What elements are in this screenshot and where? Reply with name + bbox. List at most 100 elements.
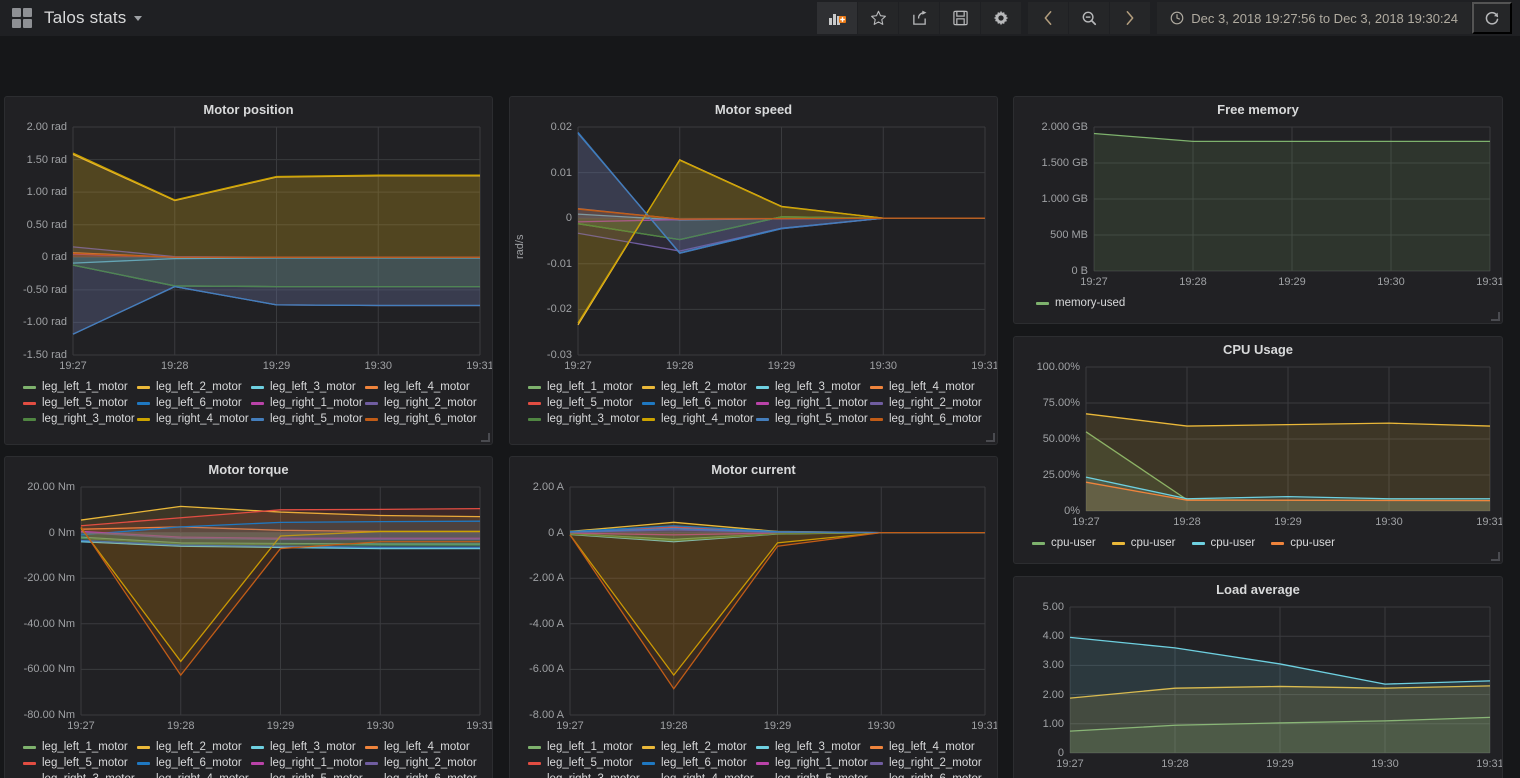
- legend-item[interactable]: leg_right_3_motor: [528, 413, 642, 425]
- legend-item[interactable]: leg_left_4_motor: [870, 741, 984, 753]
- legend-item[interactable]: leg_right_1_motor: [756, 757, 870, 769]
- legend-color-swatch: [1271, 541, 1285, 545]
- legend-item[interactable]: leg_left_6_motor: [137, 397, 251, 409]
- legend-item[interactable]: leg_right_3_motor: [528, 773, 642, 778]
- legend-item[interactable]: leg_left_1_motor: [23, 381, 137, 393]
- legend-item[interactable]: leg_left_3_motor: [251, 741, 365, 753]
- panel-title[interactable]: Motor torque: [5, 457, 492, 479]
- chevron-down-icon[interactable]: [133, 15, 142, 21]
- legend-item[interactable]: leg_right_6_motor: [870, 773, 984, 778]
- panel-title[interactable]: CPU Usage: [1014, 337, 1502, 359]
- legend-item[interactable]: cpu-user: [1271, 537, 1335, 549]
- legend-item[interactable]: leg_left_6_motor: [137, 757, 251, 769]
- legend-color-swatch: [365, 417, 378, 421]
- legend-item[interactable]: leg_left_4_motor: [365, 741, 479, 753]
- legend-item[interactable]: leg_right_5_motor: [756, 413, 870, 425]
- legend-item[interactable]: leg_right_5_motor: [251, 413, 365, 425]
- legend-item[interactable]: leg_left_2_motor: [642, 741, 756, 753]
- panel-title[interactable]: Motor position: [5, 97, 492, 119]
- graph-free-memory[interactable]: 2.000 GB 1.500 GB 1.000 GB 500 MB 0 B 19:27 19…: [1014, 119, 1502, 293]
- legend-item[interactable]: leg_right_2_motor: [870, 757, 984, 769]
- refresh-dashboard-button[interactable]: [1472, 2, 1512, 34]
- time-range-picker[interactable]: Dec 3, 2018 19:27:56 to Dec 3, 2018 19:3…: [1157, 2, 1471, 34]
- panel-resize-handle[interactable]: [986, 433, 995, 442]
- legend-item[interactable]: leg_left_6_motor: [642, 397, 756, 409]
- legend-item[interactable]: leg_right_1_motor: [756, 397, 870, 409]
- legend-item[interactable]: leg_left_4_motor: [870, 381, 984, 393]
- legend-item[interactable]: leg_right_4_motor: [137, 773, 251, 778]
- legend-item[interactable]: memory-used: [1036, 297, 1125, 309]
- legend-series-name: leg_left_1_motor: [42, 381, 128, 393]
- time-zoom-out-button[interactable]: [1069, 2, 1110, 34]
- legend-item[interactable]: leg_right_3_motor: [23, 773, 137, 778]
- legend-item[interactable]: leg_left_3_motor: [756, 381, 870, 393]
- time-shift-forward-button[interactable]: [1110, 2, 1151, 34]
- y-axis-tick: 50.00%: [1042, 433, 1080, 445]
- legend-item[interactable]: leg_left_2_motor: [137, 741, 251, 753]
- dashboard-title[interactable]: Talos stats: [44, 8, 127, 28]
- legend-item[interactable]: leg_left_5_motor: [23, 397, 137, 409]
- panel-title[interactable]: Load average: [1014, 577, 1502, 599]
- legend-item[interactable]: leg_right_6_motor: [365, 413, 479, 425]
- share-dashboard-button[interactable]: [899, 2, 940, 34]
- panel-title[interactable]: Free memory: [1014, 97, 1502, 119]
- legend-item[interactable]: leg_right_2_motor: [365, 397, 479, 409]
- legend-item[interactable]: leg_left_1_motor: [528, 381, 642, 393]
- panel-body: 2.00 rad 1.50 rad 1.00 rad 0.50 rad 0 rad -0.…: [5, 119, 492, 431]
- legend-item[interactable]: leg_right_3_motor: [23, 413, 137, 425]
- legend-item[interactable]: leg_right_5_motor: [756, 773, 870, 778]
- panel-title[interactable]: Motor speed: [510, 97, 997, 119]
- legend-series-name: leg_left_6_motor: [156, 397, 242, 409]
- dashboard-settings-button[interactable]: [981, 2, 1022, 34]
- legend-item[interactable]: leg_right_6_motor: [870, 413, 984, 425]
- panel-resize-handle[interactable]: [481, 433, 490, 442]
- legend-item[interactable]: cpu-user: [1111, 537, 1176, 549]
- graph-motor-torque[interactable]: 20.00 Nm 0 Nm -20.00 Nm -40.00 Nm -60.00 Nm -…: [5, 479, 492, 737]
- legend-item[interactable]: leg_right_4_motor: [137, 413, 251, 425]
- graph-motor-speed[interactable]: 0.02 0.01 0 -0.01 -0.02 -0.03 19:27 19:28 19:29 1…: [510, 119, 997, 377]
- legend-item[interactable]: leg_right_2_motor: [870, 397, 984, 409]
- legend-item[interactable]: cpu-user: [1191, 537, 1255, 549]
- star-dashboard-button[interactable]: [858, 2, 899, 34]
- chevron-right-icon: [1126, 11, 1134, 25]
- x-axis-tick: 19:27: [556, 720, 584, 732]
- legend-item[interactable]: leg_right_1_motor: [251, 397, 365, 409]
- x-axis-tick: 19:27: [67, 720, 95, 732]
- legend-item[interactable]: leg_left_2_motor: [642, 381, 756, 393]
- panel-body: 100.00% 75.00% 50.00% 25.00% 0% 19:27 19:28 19:…: [1014, 359, 1502, 555]
- legend-item[interactable]: leg_right_6_motor: [365, 773, 479, 778]
- add-panel-button[interactable]: [817, 2, 858, 34]
- graph-motor-position[interactable]: 2.00 rad 1.50 rad 1.00 rad 0.50 rad 0 rad -0.…: [5, 119, 492, 377]
- legend-item[interactable]: leg_right_1_motor: [251, 757, 365, 769]
- legend-item[interactable]: leg_right_4_motor: [642, 773, 756, 778]
- legend-item[interactable]: cpu-user: [1032, 537, 1096, 549]
- time-shift-back-button[interactable]: [1028, 2, 1069, 34]
- legend-item[interactable]: leg_right_2_motor: [365, 757, 479, 769]
- x-axis-tick: 19:30: [1375, 516, 1403, 528]
- legend-item[interactable]: leg_left_5_motor: [528, 397, 642, 409]
- panel-title[interactable]: Motor current: [510, 457, 997, 479]
- panel-free-memory: Free memory 2.000 GB 1.500 GB 1.000 GB 500 …: [1013, 96, 1503, 324]
- legend-item[interactable]: leg_right_5_motor: [251, 773, 365, 778]
- legend-item[interactable]: leg_left_1_motor: [23, 741, 137, 753]
- save-dashboard-button[interactable]: [940, 2, 981, 34]
- legend-item[interactable]: leg_left_3_motor: [756, 741, 870, 753]
- legend-item[interactable]: leg_left_6_motor: [642, 757, 756, 769]
- legend-item[interactable]: leg_left_5_motor: [23, 757, 137, 769]
- graph-cpu-usage[interactable]: 100.00% 75.00% 50.00% 25.00% 0% 19:27 19:28 19:…: [1014, 359, 1502, 533]
- legend-item[interactable]: leg_left_5_motor: [528, 757, 642, 769]
- graph-motor-current[interactable]: 2.00 A0 A -2.00 A -4.00 A -6.00 A -8.00 A 19:…: [510, 479, 997, 737]
- x-axis-tick: 19:30: [869, 360, 898, 372]
- legend-item[interactable]: leg_left_2_motor: [137, 381, 251, 393]
- legend-item[interactable]: leg_left_3_motor: [251, 381, 365, 393]
- legend-color-swatch: [251, 385, 264, 389]
- grafana-grid-logo-icon[interactable]: [12, 8, 32, 28]
- panel-resize-handle[interactable]: [1491, 312, 1500, 321]
- legend-series-name: leg_right_5_motor: [270, 413, 363, 425]
- legend-item[interactable]: leg_left_4_motor: [365, 381, 479, 393]
- legend-series-name: leg_left_2_motor: [156, 381, 242, 393]
- panel-resize-handle[interactable]: [1491, 552, 1500, 561]
- legend-item[interactable]: leg_left_1_motor: [528, 741, 642, 753]
- legend-item[interactable]: leg_right_4_motor: [642, 413, 756, 425]
- graph-load-average[interactable]: 5.00 4.00 3.00 2.00 1.00 0 19:27 19:28 19:29 19:3…: [1014, 599, 1502, 775]
